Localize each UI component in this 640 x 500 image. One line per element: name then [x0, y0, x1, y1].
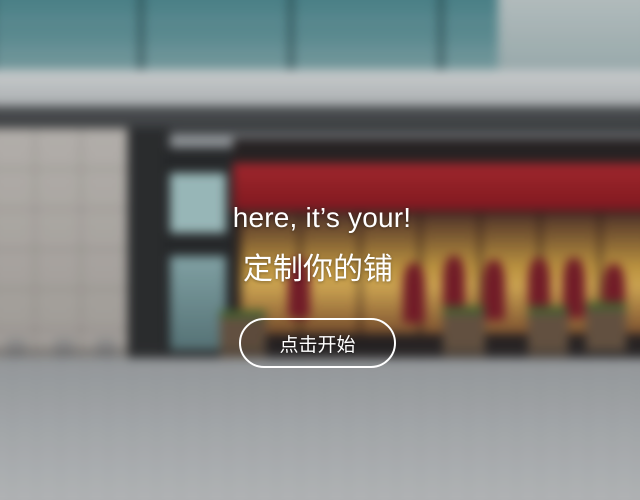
landing-screen: here, it’s your! 定制你的铺 点击开始	[0, 0, 640, 500]
start-button-label: 点击开始	[279, 333, 356, 356]
start-button[interactable]: 点击开始	[239, 318, 396, 368]
tagline-chinese: 定制你的铺	[243, 252, 393, 287]
tagline-english: here, it’s your!	[232, 202, 412, 233]
